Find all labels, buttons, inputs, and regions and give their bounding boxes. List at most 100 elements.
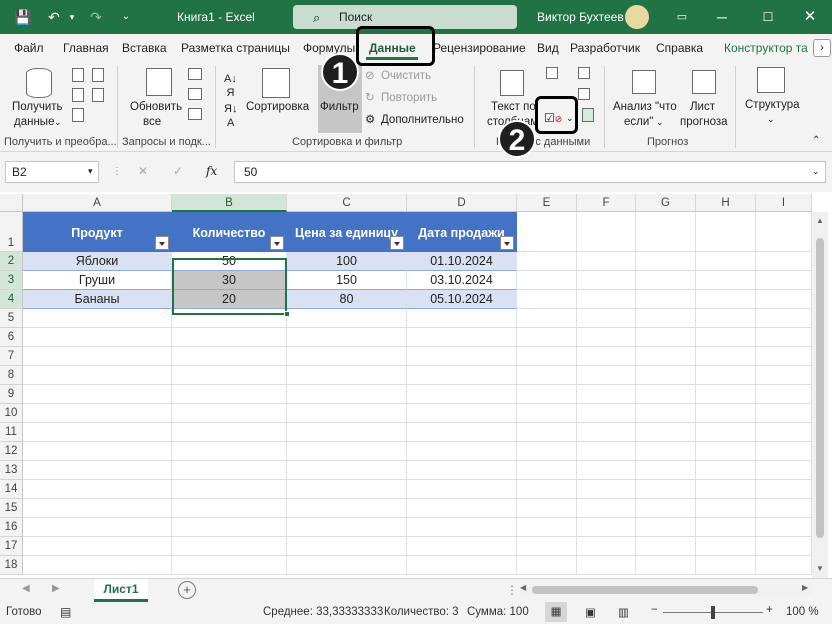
grid-cell[interactable]: [287, 537, 407, 556]
grid-cell[interactable]: [577, 556, 636, 575]
grid-cell[interactable]: [23, 480, 172, 499]
grid-cell[interactable]: [172, 423, 287, 442]
grid-cell[interactable]: [636, 212, 696, 252]
grid-cell[interactable]: [636, 537, 696, 556]
tab-table-design[interactable]: Конструктор та: [724, 41, 808, 55]
grid-cell[interactable]: [23, 347, 172, 366]
clear-button[interactable]: Очистить: [381, 69, 431, 83]
zoom-out-icon[interactable]: −: [651, 604, 658, 616]
grid-cell[interactable]: [696, 212, 756, 252]
scroll-left-icon[interactable]: ◀: [520, 583, 526, 592]
grid-cell[interactable]: [517, 537, 577, 556]
grid-cell[interactable]: [577, 423, 636, 442]
column-header-A[interactable]: A: [23, 194, 172, 212]
grid-cell[interactable]: [517, 309, 577, 328]
row-header-18[interactable]: 18: [0, 556, 23, 575]
tab-view[interactable]: Вид: [537, 41, 559, 55]
redo-icon[interactable]: ↷: [86, 0, 106, 34]
grid-cell[interactable]: [696, 252, 756, 271]
page-break-view-icon[interactable]: ▥: [618, 605, 629, 619]
grid-cell[interactable]: [407, 328, 517, 347]
grid-cell[interactable]: [517, 385, 577, 404]
grid-cell[interactable]: [517, 499, 577, 518]
sort-button[interactable]: Сортировка: [246, 100, 309, 114]
grid-cell[interactable]: [696, 385, 756, 404]
tab-home[interactable]: Главная: [63, 41, 109, 55]
grid-cell[interactable]: [636, 518, 696, 537]
row-header-1[interactable]: 1: [0, 212, 23, 252]
table-header-cell[interactable]: Количество: [172, 212, 287, 252]
chevron-right-icon[interactable]: ›: [813, 39, 831, 57]
grid-cell[interactable]: [577, 480, 636, 499]
grid-cell[interactable]: [756, 518, 812, 537]
grid-cell[interactable]: [287, 347, 407, 366]
grid-cell[interactable]: [756, 271, 812, 290]
grid-cell[interactable]: [756, 461, 812, 480]
grid-cell[interactable]: [23, 461, 172, 480]
column-header-D[interactable]: D: [407, 194, 517, 212]
grid-cell[interactable]: [287, 556, 407, 575]
grid-cell[interactable]: [577, 499, 636, 518]
table-cell[interactable]: Яблоки: [23, 252, 172, 271]
what-if-button[interactable]: Анализ "что: [613, 100, 677, 114]
row-header-9[interactable]: 9: [0, 385, 23, 404]
row-header-12[interactable]: 12: [0, 442, 23, 461]
grid-cell[interactable]: [172, 366, 287, 385]
close-icon[interactable]: ✕: [800, 0, 820, 34]
insert-function-icon[interactable]: fx: [206, 164, 217, 178]
column-header-B[interactable]: B: [172, 194, 287, 212]
grid-cell[interactable]: [287, 423, 407, 442]
grid-cell[interactable]: [696, 366, 756, 385]
grid-cell[interactable]: [172, 480, 287, 499]
table-cell[interactable]: 03.10.2024: [407, 271, 517, 290]
row-header-2[interactable]: 2: [0, 252, 23, 271]
horizontal-scrollbar[interactable]: ◀ ▶: [520, 583, 812, 596]
outline-chevron-icon[interactable]: ⌄: [767, 112, 775, 126]
table-cell[interactable]: 05.10.2024: [407, 290, 517, 309]
zoom-in-icon[interactable]: +: [766, 604, 773, 616]
grid-cell[interactable]: [172, 537, 287, 556]
grid-cell[interactable]: [696, 442, 756, 461]
undo-dropdown-icon[interactable]: ▾: [66, 0, 78, 34]
grid-cell[interactable]: [23, 442, 172, 461]
grid-cell[interactable]: [756, 480, 812, 499]
column-header-I[interactable]: I: [756, 194, 812, 212]
save-icon[interactable]: 💾: [12, 0, 34, 34]
tab-insert[interactable]: Вставка: [122, 41, 167, 55]
grid-cell[interactable]: [23, 309, 172, 328]
grid-cell[interactable]: [407, 366, 517, 385]
from-text-icon[interactable]: [72, 68, 84, 82]
grid-cell[interactable]: [287, 385, 407, 404]
grid-cell[interactable]: [696, 309, 756, 328]
grid-cell[interactable]: [636, 366, 696, 385]
split-handle-icon[interactable]: ⋮: [506, 583, 518, 597]
grid-cell[interactable]: [407, 556, 517, 575]
grid-cell[interactable]: [577, 385, 636, 404]
grid-cell[interactable]: [577, 290, 636, 309]
worksheet-grid[interactable]: ABCDEFGHI 1 2 3 4 5 6 7 8 9 10 11 12 13 14 15 16 17 18 Пр…: [0, 194, 832, 578]
sheet-tab-list1[interactable]: Лист1: [94, 579, 148, 602]
recent-sources-icon[interactable]: [92, 88, 104, 102]
grid-cell[interactable]: [407, 461, 517, 480]
grid-cell[interactable]: [23, 404, 172, 423]
user-name[interactable]: Виктор Бухтеев: [537, 10, 624, 24]
grid-cell[interactable]: [577, 442, 636, 461]
forecast-sheet-button[interactable]: Лист: [690, 100, 715, 114]
grid-cell[interactable]: [696, 537, 756, 556]
grid-cell[interactable]: [636, 347, 696, 366]
row-header-10[interactable]: 10: [0, 404, 23, 423]
tab-formulas[interactable]: Формулы: [303, 41, 355, 55]
properties-icon[interactable]: [188, 88, 202, 100]
filter-dropdown-icon[interactable]: [500, 236, 514, 250]
text-to-columns-button[interactable]: Текст по: [491, 100, 536, 114]
filter-dropdown-icon[interactable]: [155, 236, 169, 250]
table-cell[interactable]: 01.10.2024: [407, 252, 517, 271]
grid-cell[interactable]: [517, 556, 577, 575]
grid-cell[interactable]: [517, 347, 577, 366]
row-header-11[interactable]: 11: [0, 423, 23, 442]
grid-cell[interactable]: [172, 347, 287, 366]
row-header-17[interactable]: 17: [0, 537, 23, 556]
grid-cell[interactable]: [577, 404, 636, 423]
add-sheet-icon[interactable]: +: [178, 581, 196, 599]
table-cell[interactable]: 150: [287, 271, 407, 290]
